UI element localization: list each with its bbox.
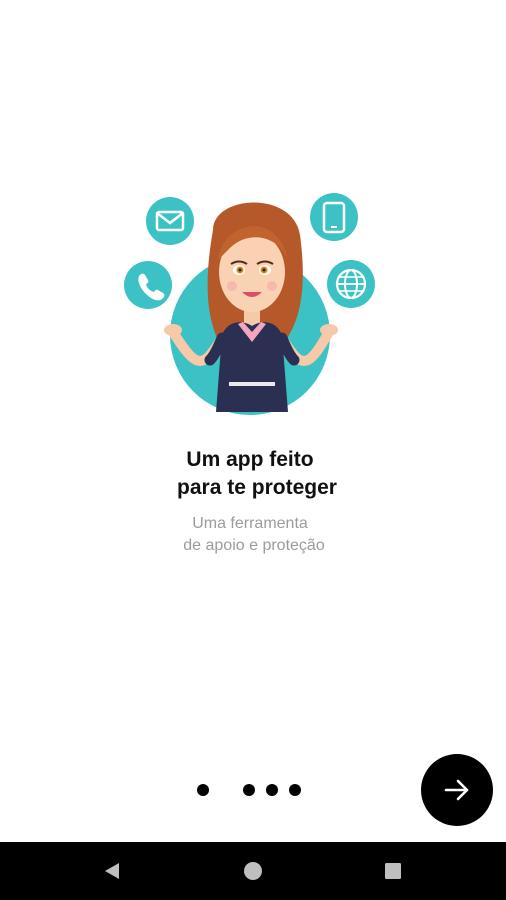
arrow-right-icon [444, 779, 469, 801]
globe-icon [327, 260, 375, 308]
next-button[interactable] [421, 754, 493, 826]
nav-back-button[interactable] [82, 842, 142, 900]
home-circle-icon [244, 862, 262, 880]
back-triangle-icon [105, 863, 119, 879]
onboarding-subtitle: Uma ferramenta de apoio e proteção [0, 513, 506, 557]
woman-illustration [118, 190, 380, 420]
page-dot[interactable] [197, 784, 209, 796]
page-indicator [190, 780, 310, 800]
nav-recents-button[interactable] [363, 842, 423, 900]
onboarding-screen: Um app feito para te proteger Uma ferram… [0, 0, 506, 900]
title-line-2: para te proteger [177, 476, 337, 499]
subtitle-line-1: Uma ferramenta [192, 515, 308, 532]
title-line-1: Um app feito [186, 448, 314, 471]
page-dot[interactable] [243, 784, 255, 796]
onboarding-title: Um app feito para te proteger [0, 446, 506, 502]
mail-icon [146, 197, 194, 245]
page-dot[interactable] [266, 784, 278, 796]
page-dot[interactable] [289, 784, 301, 796]
phone-icon [124, 261, 172, 309]
subtitle-line-2: de apoio e proteção [183, 537, 325, 554]
smartphone-icon [310, 193, 358, 241]
nav-home-button[interactable] [223, 842, 283, 900]
system-navigation-bar [0, 842, 506, 900]
recents-square-icon [385, 863, 401, 879]
